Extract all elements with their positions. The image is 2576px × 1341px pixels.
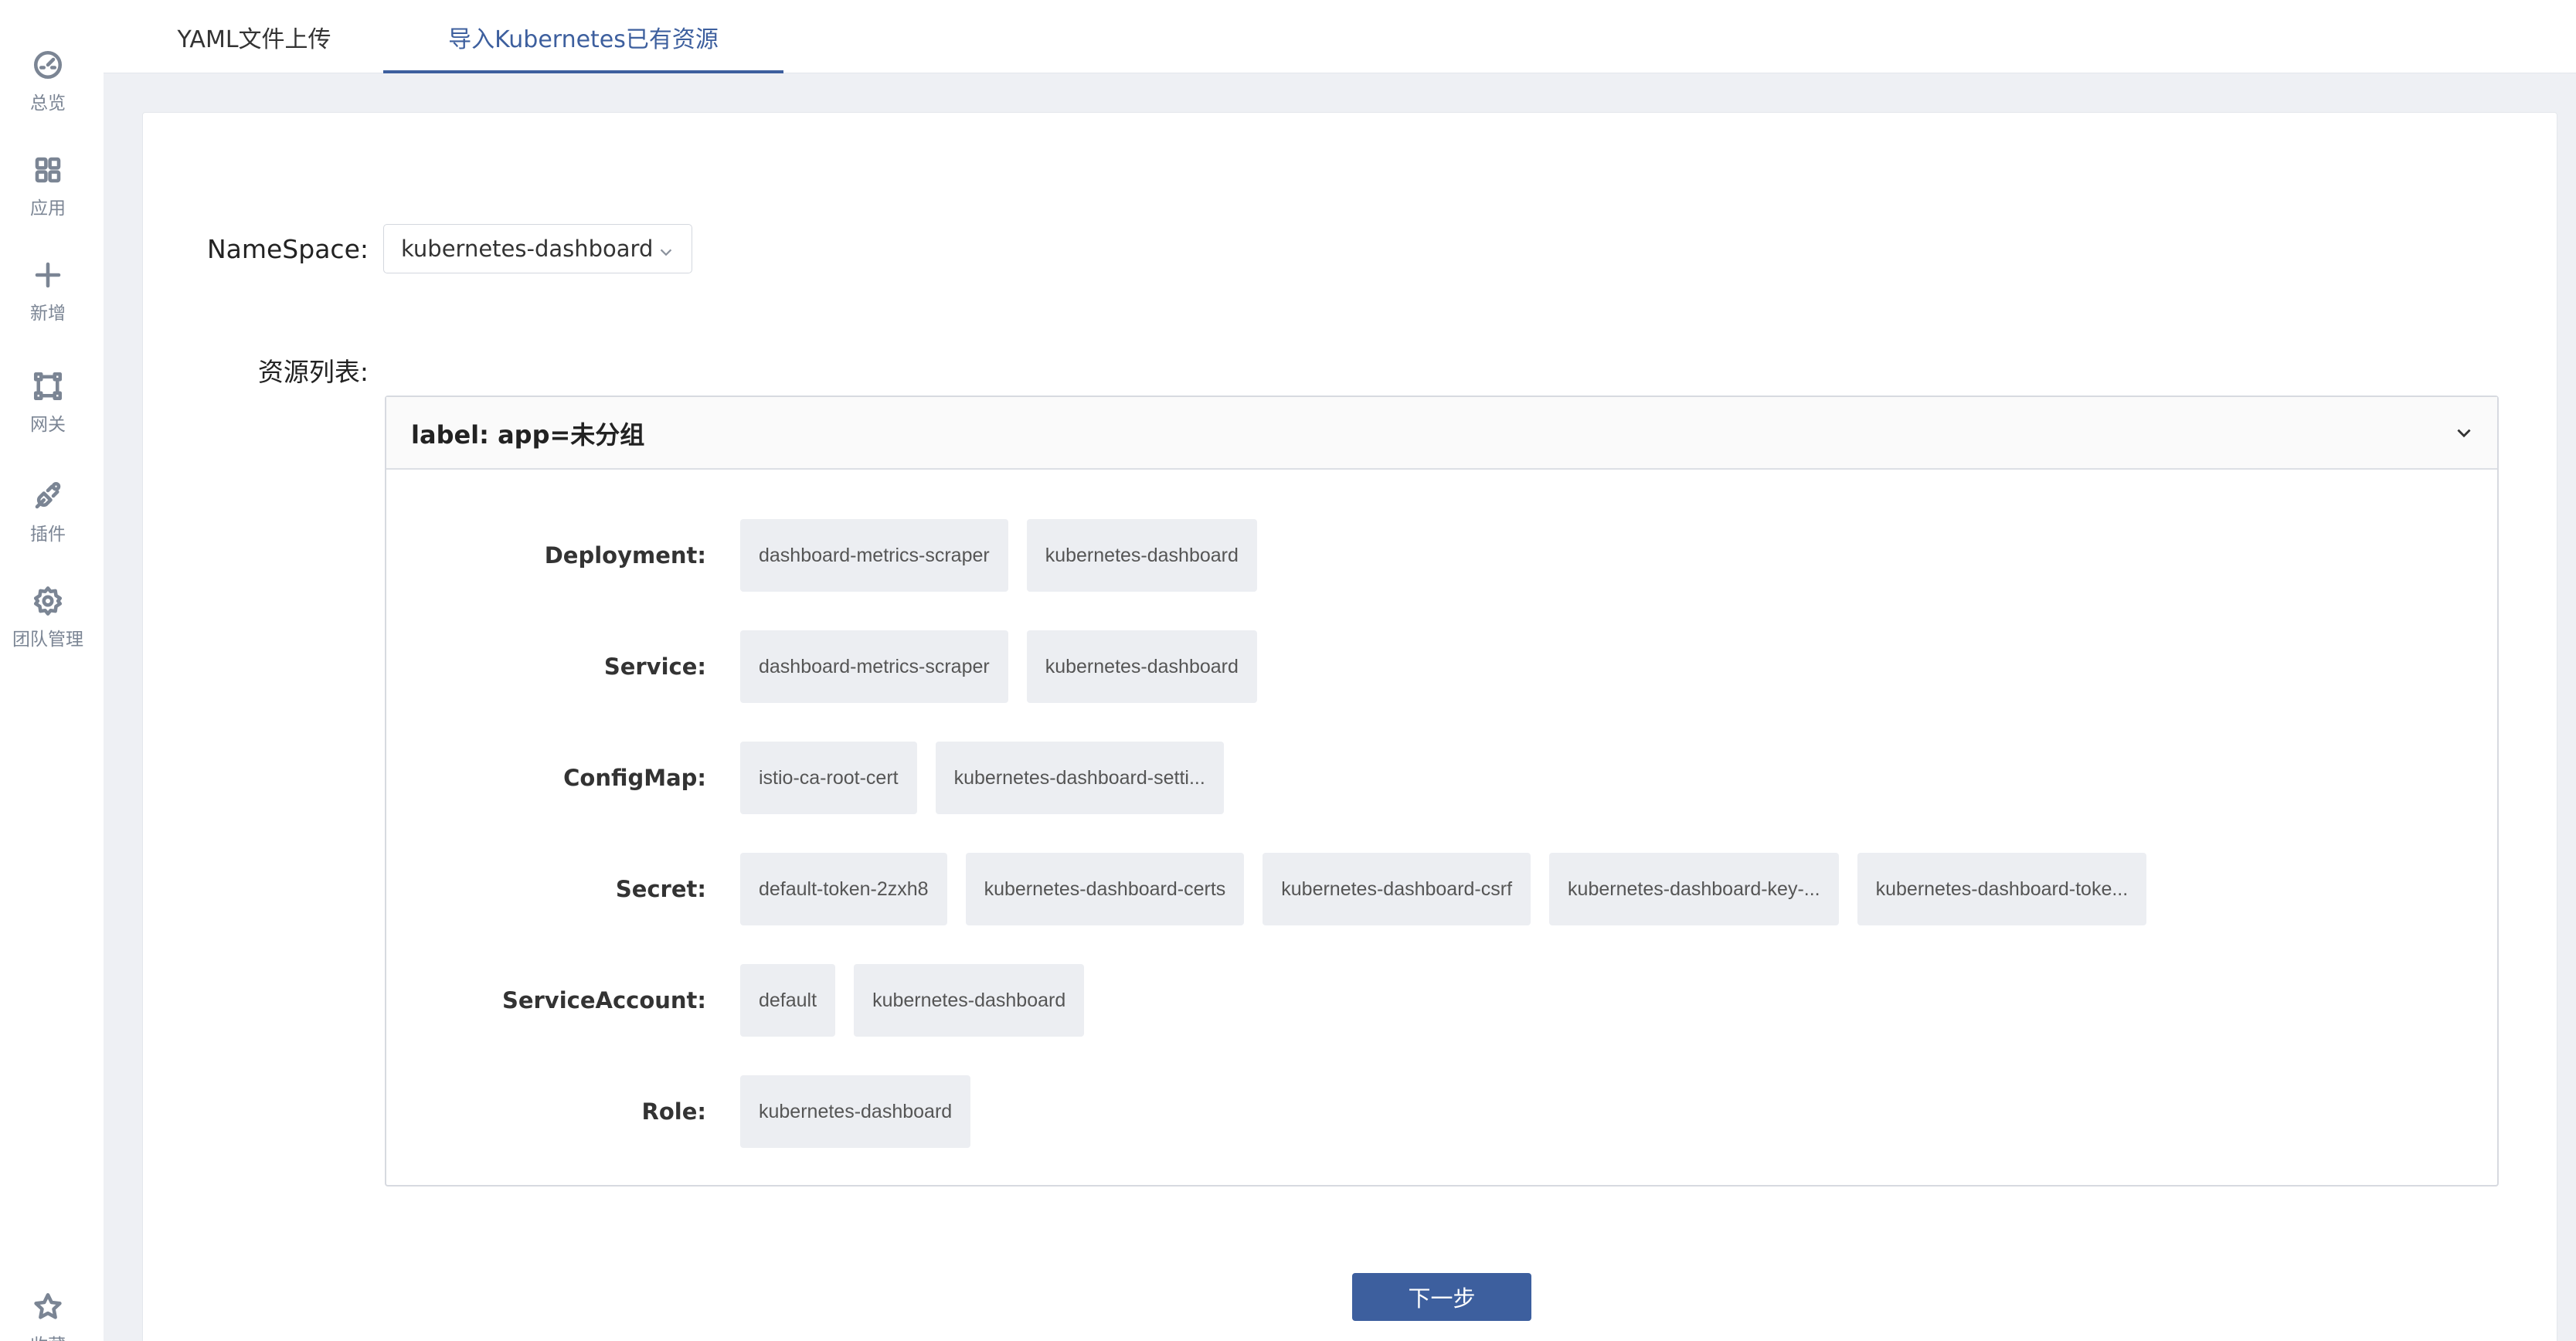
chevron-down-icon[interactable] <box>2454 423 2474 443</box>
tab-bar: YAML文件上传 导入Kubernetes已有资源 <box>104 0 2576 73</box>
apps-grid-icon <box>31 153 65 187</box>
plus-icon <box>31 258 65 292</box>
gear-icon <box>31 584 65 618</box>
sidebar-item-label: 团队管理 <box>12 630 83 650</box>
resource-row-configmap: ConfigMap: istio-ca-root-cert kubernetes… <box>386 742 2497 814</box>
namespace-select[interactable]: kubernetes-dashboard <box>383 224 692 273</box>
resource-row-secret: Secret: default-token-2zxh8 kubernetes-d… <box>386 853 2497 925</box>
sidebar-item-add[interactable]: 新增 <box>0 258 96 324</box>
resource-type-label: Service: <box>603 654 706 680</box>
star-icon <box>31 1290 65 1324</box>
resource-chip[interactable]: default <box>740 964 836 1037</box>
resource-chip[interactable]: kubernetes-dashboard <box>1026 630 1257 703</box>
resource-chip[interactable]: kubernetes-dashboard <box>854 964 1085 1037</box>
sidebar: 总览 应用 新增 网关 插件 团队管理 收藏 <box>0 0 104 1341</box>
resource-list-label: 资源列表: <box>257 357 369 387</box>
sidebar-item-favorites[interactable]: 收藏 <box>0 1290 96 1341</box>
resource-chip[interactable]: istio-ca-root-cert <box>740 742 917 814</box>
sidebar-item-apps[interactable]: 应用 <box>0 153 96 219</box>
sidebar-item-team-management[interactable]: 团队管理 <box>0 584 96 650</box>
resource-type-label: ServiceAccount: <box>501 987 706 1013</box>
resource-chips: default kubernetes-dashboard <box>740 964 1085 1037</box>
sidebar-item-plugins[interactable]: 插件 <box>0 479 96 545</box>
resource-chip[interactable]: kubernetes-dashboard-toke... <box>1857 853 2147 925</box>
resource-chip[interactable]: dashboard-metrics-scraper <box>740 630 1008 703</box>
resource-row-deployment: Deployment: dashboard-metrics-scraper ku… <box>386 519 2497 592</box>
resource-chip[interactable]: kubernetes-dashboard-csrf <box>1263 853 1531 925</box>
plugin-icon <box>31 479 65 513</box>
resource-chip[interactable]: kubernetes-dashboard <box>1026 519 1257 592</box>
sidebar-item-overview[interactable]: 总览 <box>0 48 96 114</box>
gateway-icon <box>31 369 65 403</box>
resource-group-panel: label: app=未分组 Deployment: dashboard-met… <box>385 396 2499 1187</box>
resource-group-header[interactable]: label: app=未分组 <box>386 397 2497 470</box>
sidebar-item-label: 收藏 <box>30 1330 66 1341</box>
resource-chip[interactable]: dashboard-metrics-scraper <box>740 519 1008 592</box>
resource-row-service: Service: dashboard-metrics-scraper kuber… <box>386 630 2497 703</box>
resource-chip[interactable]: kubernetes-dashboard-certs <box>965 853 1245 925</box>
resource-chips: default-token-2zxh8 kubernetes-dashboard… <box>740 853 2147 925</box>
namespace-select-value: kubernetes-dashboard <box>401 236 654 262</box>
resource-type-label: Secret: <box>615 876 706 902</box>
resource-row-serviceaccount: ServiceAccount: default kubernetes-dashb… <box>386 964 2497 1037</box>
resource-type-label: ConfigMap: <box>563 765 706 791</box>
resource-chip[interactable]: kubernetes-dashboard-key-... <box>1549 853 1839 925</box>
resource-type-label: Deployment: <box>544 542 706 569</box>
sidebar-item-gateway[interactable]: 网关 <box>0 369 96 436</box>
sidebar-item-label: 总览 <box>30 93 66 114</box>
resource-row-role: Role: kubernetes-dashboard <box>386 1075 2497 1148</box>
resource-chips: dashboard-metrics-scraper kubernetes-das… <box>740 630 1257 703</box>
namespace-label: NameSpace: <box>206 234 369 264</box>
dashboard-icon <box>31 48 65 82</box>
resource-chips: istio-ca-root-cert kubernetes-dashboard-… <box>740 742 1224 814</box>
resource-chips: dashboard-metrics-scraper kubernetes-das… <box>740 519 1257 592</box>
sidebar-item-label: 插件 <box>30 525 66 545</box>
sidebar-item-label: 应用 <box>30 199 66 219</box>
resource-chip[interactable]: kubernetes-dashboard-setti... <box>935 742 1224 814</box>
chevron-down-icon <box>658 240 675 257</box>
sidebar-item-label: 新增 <box>30 304 66 324</box>
resource-group-title: label: app=未分组 <box>411 420 645 450</box>
tab-yaml-upload[interactable]: YAML文件上传 <box>165 0 343 73</box>
next-step-button[interactable]: 下一步 <box>1352 1273 1531 1321</box>
sidebar-item-label: 网关 <box>30 415 66 435</box>
tab-import-kubernetes[interactable]: 导入Kubernetes已有资源 <box>383 0 783 73</box>
resource-type-label: Role: <box>641 1098 706 1125</box>
resource-chips: kubernetes-dashboard <box>740 1075 971 1148</box>
resource-chip[interactable]: kubernetes-dashboard <box>740 1075 971 1148</box>
resource-chip[interactable]: default-token-2zxh8 <box>740 853 947 925</box>
